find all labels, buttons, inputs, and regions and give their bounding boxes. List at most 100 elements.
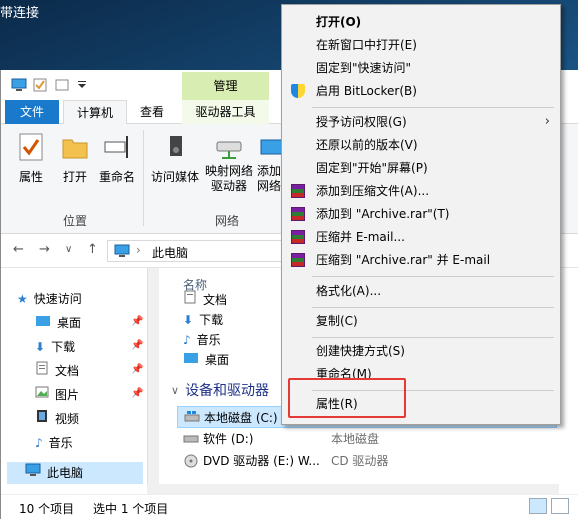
section-label: 设备和驱动器	[185, 383, 270, 399]
drive-row[interactable]: DVD 驱动器 (E:) W... CD 驱动器	[177, 450, 557, 472]
section-devices[interactable]: ∨ 设备和驱动器	[171, 380, 269, 400]
properties-ribbon-button[interactable]: 属性	[13, 132, 49, 185]
map-drive-label-2: 驱动器	[210, 179, 247, 193]
menu-label: 固定到"快速访问"	[316, 61, 412, 75]
properties-highlight-box	[288, 378, 406, 418]
folder-item[interactable]: ⬇ 下载	[183, 310, 223, 330]
menu-item-add-archive[interactable]: 添加到压缩文件(A)...	[282, 180, 560, 202]
back-arrow-icon[interactable]: ←	[13, 242, 24, 257]
up-arrow-icon[interactable]: ↑	[87, 242, 98, 257]
nav-desktop[interactable]: 桌面	[35, 312, 81, 334]
menu-item-restore-versions[interactable]: 还原以前的版本(V)	[282, 134, 560, 156]
add-network-label-1: 添加	[256, 164, 281, 178]
video-icon	[35, 408, 49, 430]
map-drive-label-1: 映射网络	[204, 164, 253, 178]
menu-label: 添加到压缩文件(A)...	[316, 184, 430, 198]
ribbon-group-network: 网络	[215, 214, 240, 228]
drive-row[interactable]: 软件 (D:) 本地磁盘	[177, 428, 557, 450]
nav-label: 下载	[51, 340, 76, 354]
large-icons-view-icon[interactable]	[551, 498, 569, 514]
address-box[interactable]: › 此电脑	[107, 240, 287, 262]
open-ribbon-label: 打开	[62, 170, 87, 184]
nav-quick-access[interactable]: ★ 快速访问	[17, 288, 82, 310]
menu-item-pin-quick-access[interactable]: 固定到"快速访问"	[282, 57, 560, 79]
winrar-icon	[291, 184, 305, 198]
nav-label: 文档	[55, 364, 80, 378]
menu-separator	[312, 337, 554, 338]
menu-item-add-archive-rar[interactable]: 添加到 "Archive.rar"(T)	[282, 203, 560, 225]
pin-icon[interactable]: 📌	[131, 340, 143, 351]
menu-item-open-new-window[interactable]: 在新窗口中打开(E)	[282, 34, 560, 56]
menu-label: 复制(C)	[316, 314, 358, 328]
menu-label: 创建快捷方式(S)	[316, 344, 405, 358]
download-arrow-icon: ⬇	[183, 313, 194, 327]
folder-item[interactable]: 文档	[183, 290, 227, 310]
nav-label: 音乐	[48, 436, 73, 450]
pin-icon[interactable]: 📌	[131, 388, 143, 399]
menu-item-pin-start[interactable]: 固定到"开始"屏幕(P)	[282, 157, 560, 179]
desktop-folder-icon	[183, 350, 199, 370]
breadcrumb-chevron-icon: ›	[136, 243, 141, 257]
menu-label: 添加到 "Archive.rar"(T)	[316, 207, 450, 221]
menu-item-copy[interactable]: 复制(C)	[282, 310, 560, 332]
pin-icon[interactable]: 📌	[131, 364, 143, 375]
nav-videos[interactable]: 视频	[35, 408, 79, 430]
tab-drive-tools[interactable]: 驱动器工具	[182, 100, 269, 124]
picture-icon	[35, 384, 49, 406]
nav-label: 图片	[55, 388, 80, 402]
open-ribbon-button[interactable]: 打开	[57, 132, 93, 185]
rename-ribbon-button[interactable]: 重命名	[97, 132, 137, 185]
status-bar: 10 个项目 选中 1 个项目	[1, 494, 578, 519]
drive-name: 本地磁盘 (C:)	[204, 411, 278, 425]
manage-context-tab[interactable]: 管理	[182, 72, 269, 102]
nav-music[interactable]: ♪ 音乐	[35, 432, 73, 454]
add-network-ribbon-button[interactable]: 添加 网络	[255, 132, 284, 194]
menu-label: 格式化(A)...	[316, 284, 382, 298]
menu-label: 授予访问权限(G)	[316, 115, 407, 129]
navigation-scrollbar[interactable]	[147, 268, 159, 486]
folder-label: 音乐	[196, 333, 221, 347]
menu-item-create-shortcut[interactable]: 创建快捷方式(S)	[282, 340, 560, 362]
drive-type: CD 驱动器	[331, 454, 389, 468]
ribbon-separator	[143, 130, 144, 226]
menu-item-compress-rar-email[interactable]: 压缩到 "Archive.rar" 并 E-mail	[282, 249, 560, 271]
forward-arrow-icon[interactable]: →	[39, 242, 50, 257]
tab-computer[interactable]: 计算机	[63, 100, 127, 124]
menu-label: 还原以前的版本(V)	[316, 138, 418, 152]
drive-name: 软件 (D:)	[203, 432, 254, 446]
folder-item[interactable]: ♪ 音乐	[183, 330, 221, 350]
star-icon: ★	[17, 292, 28, 306]
nav-documents[interactable]: 文档	[35, 360, 79, 382]
details-view-icon[interactable]	[529, 498, 547, 514]
download-arrow-icon: ⬇	[35, 340, 46, 354]
new-folder-icon[interactable]	[55, 78, 71, 92]
drive-name: DVD 驱动器 (E:) W...	[203, 454, 320, 468]
menu-item-grant-access[interactable]: 授予访问权限(G) ›	[282, 111, 560, 133]
pin-icon[interactable]: 📌	[131, 316, 143, 327]
nav-label: 桌面	[57, 316, 82, 330]
menu-item-format[interactable]: 格式化(A)...	[282, 280, 560, 302]
computer-icon[interactable]	[11, 78, 27, 92]
customize-dropdown-icon[interactable]	[77, 78, 93, 92]
document-icon	[183, 290, 197, 310]
nav-this-pc[interactable]: 此电脑	[7, 462, 143, 484]
chevron-down-icon: ∨	[171, 383, 180, 397]
folder-item[interactable]: 桌面	[183, 350, 229, 370]
properties-check-icon[interactable]	[33, 78, 49, 92]
music-note-icon: ♪	[183, 333, 191, 347]
nav-downloads[interactable]: ⬇ 下载	[35, 336, 75, 358]
menu-item-bitlocker[interactable]: 启用 BitLocker(B)	[282, 80, 560, 102]
map-drive-ribbon-button[interactable]: 映射网络 驱动器	[203, 132, 255, 194]
recent-dropdown-icon[interactable]: ∨	[65, 244, 72, 255]
nav-pictures[interactable]: 图片	[35, 384, 79, 406]
menu-item-compress-email[interactable]: 压缩并 E-mail...	[282, 226, 560, 248]
address-path: 此电脑	[152, 246, 189, 260]
nav-label: 快速访问	[33, 292, 82, 306]
access-media-ribbon-button[interactable]: 访问媒体	[149, 132, 201, 185]
menu-item-open[interactable]: 打开(O)	[282, 11, 560, 33]
tab-file[interactable]: 文件	[5, 100, 59, 124]
menu-label: 启用 BitLocker(B)	[316, 84, 417, 98]
address-computer-icon	[114, 244, 130, 261]
quick-access-toolbar	[11, 78, 93, 92]
tab-view[interactable]: 查看	[131, 100, 173, 124]
